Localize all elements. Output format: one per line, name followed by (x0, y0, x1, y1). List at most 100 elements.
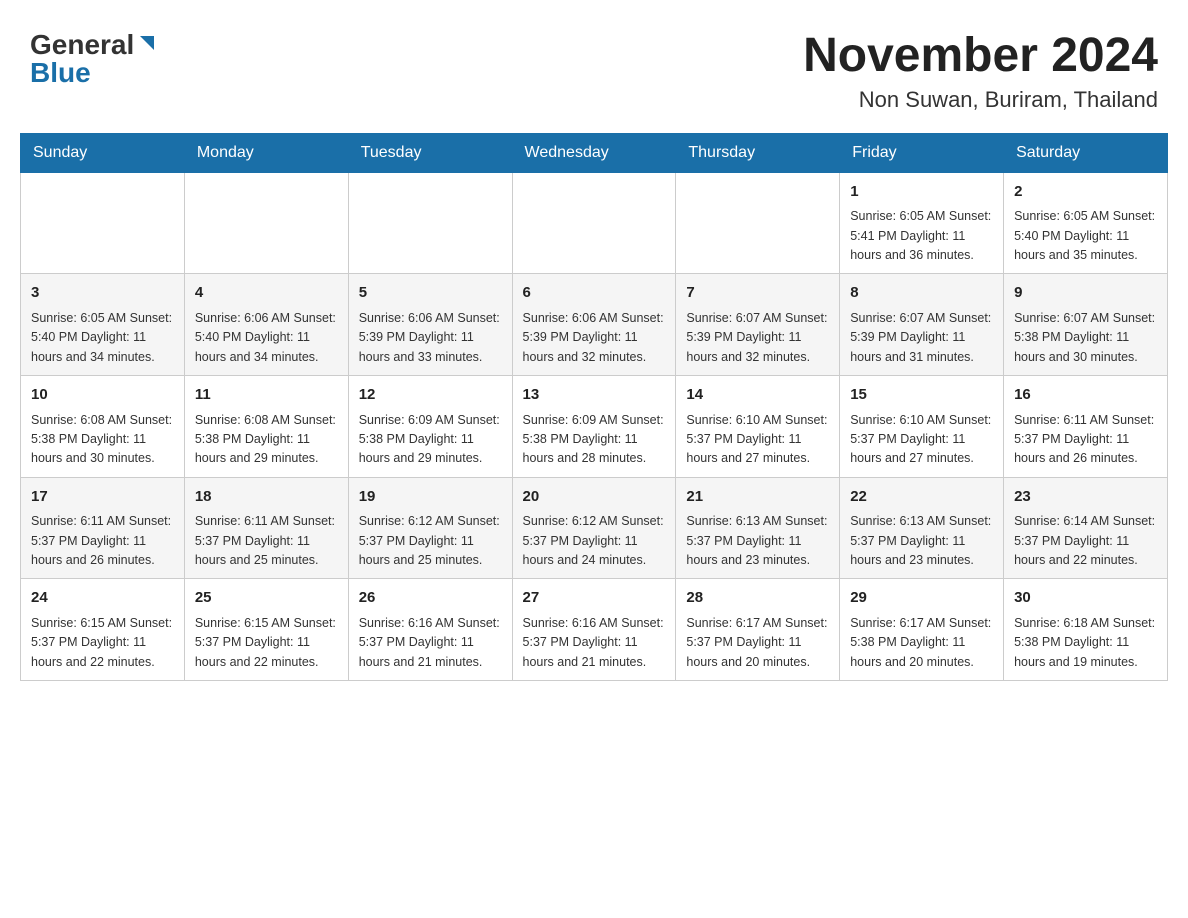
day-info: Sunrise: 6:06 AM Sunset: 5:39 PM Dayligh… (523, 309, 666, 367)
day-number: 21 (686, 486, 829, 509)
day-number: 9 (1014, 282, 1157, 305)
day-number: 14 (686, 384, 829, 407)
logo-triangle-icon (136, 32, 158, 54)
day-info: Sunrise: 6:07 AM Sunset: 5:39 PM Dayligh… (850, 309, 993, 367)
title-block: November 2024 Non Suwan, Buriram, Thaila… (803, 30, 1158, 113)
day-info: Sunrise: 6:07 AM Sunset: 5:39 PM Dayligh… (686, 309, 829, 367)
calendar-cell: 25 Sunrise: 6:15 AM Sunset: 5:37 PM Dayli… (184, 579, 348, 681)
header-wednesday: Wednesday (512, 133, 676, 172)
day-number: 20 (523, 486, 666, 509)
calendar-cell: 18 Sunrise: 6:11 AM Sunset: 5:37 PM Dayli… (184, 477, 348, 579)
calendar-cell (676, 172, 840, 274)
week-row-1: 1 Sunrise: 6:05 AM Sunset: 5:41 PM Daylig… (21, 172, 1168, 274)
day-info: Sunrise: 6:15 AM Sunset: 5:37 PM Dayligh… (195, 614, 338, 672)
calendar-cell: 9Sunrise: 6:07 AM Sunset: 5:38 PM Daylig… (1004, 274, 1168, 376)
logo-blue: Blue (30, 57, 91, 89)
day-number: 12 (359, 384, 502, 407)
calendar-cell: 1 Sunrise: 6:05 AM Sunset: 5:41 PM Daylig… (840, 172, 1004, 274)
day-info: Sunrise: 6:11 AM Sunset: 5:37 PM Dayligh… (195, 512, 338, 570)
calendar-cell (512, 172, 676, 274)
day-info: Sunrise: 6:11 AM Sunset: 5:37 PM Dayligh… (31, 512, 174, 570)
calendar-cell: 26 Sunrise: 6:16 AM Sunset: 5:37 PM Dayli… (348, 579, 512, 681)
day-number: 7 (686, 282, 829, 305)
calendar-cell: 12 Sunrise: 6:09 AM Sunset: 5:38 PM Dayli… (348, 376, 512, 478)
day-info: Sunrise: 6:16 AM Sunset: 5:37 PM Dayligh… (359, 614, 502, 672)
day-info: Sunrise: 6:06 AM Sunset: 5:40 PM Dayligh… (195, 309, 338, 367)
day-number: 2 (1014, 181, 1157, 204)
header-friday: Friday (840, 133, 1004, 172)
calendar-cell: 21 Sunrise: 6:13 AM Sunset: 5:37 PM Dayli… (676, 477, 840, 579)
week-row-4: 17Sunrise: 6:11 AM Sunset: 5:37 PM Dayli… (21, 477, 1168, 579)
calendar-cell: 19 Sunrise: 6:12 AM Sunset: 5:37 PM Dayli… (348, 477, 512, 579)
day-info: Sunrise: 6:17 AM Sunset: 5:38 PM Dayligh… (850, 614, 993, 672)
calendar-cell: 4 Sunrise: 6:06 AM Sunset: 5:40 PM Daylig… (184, 274, 348, 376)
day-info: Sunrise: 6:10 AM Sunset: 5:37 PM Dayligh… (686, 411, 829, 469)
calendar-cell (184, 172, 348, 274)
calendar-cell: 3 Sunrise: 6:05 AM Sunset: 5:40 PM Daylig… (21, 274, 185, 376)
day-info: Sunrise: 6:18 AM Sunset: 5:38 PM Dayligh… (1014, 614, 1157, 672)
day-number: 5 (359, 282, 502, 305)
day-number: 8 (850, 282, 993, 305)
day-info: Sunrise: 6:14 AM Sunset: 5:37 PM Dayligh… (1014, 512, 1157, 570)
calendar-cell (21, 172, 185, 274)
calendar-cell: 17Sunrise: 6:11 AM Sunset: 5:37 PM Dayli… (21, 477, 185, 579)
day-info: Sunrise: 6:05 AM Sunset: 5:40 PM Dayligh… (31, 309, 174, 367)
day-number: 25 (195, 587, 338, 610)
header-thursday: Thursday (676, 133, 840, 172)
day-number: 16 (1014, 384, 1157, 407)
day-info: Sunrise: 6:09 AM Sunset: 5:38 PM Dayligh… (359, 411, 502, 469)
day-info: Sunrise: 6:16 AM Sunset: 5:37 PM Dayligh… (523, 614, 666, 672)
day-info: Sunrise: 6:09 AM Sunset: 5:38 PM Dayligh… (523, 411, 666, 469)
day-info: Sunrise: 6:12 AM Sunset: 5:37 PM Dayligh… (359, 512, 502, 570)
calendar-cell (348, 172, 512, 274)
day-number: 29 (850, 587, 993, 610)
day-number: 22 (850, 486, 993, 509)
page-header: General Blue November 2024 Non Suwan, Bu… (20, 20, 1168, 113)
calendar-cell: 8 Sunrise: 6:07 AM Sunset: 5:39 PM Daylig… (840, 274, 1004, 376)
week-row-2: 3 Sunrise: 6:05 AM Sunset: 5:40 PM Daylig… (21, 274, 1168, 376)
calendar-cell: 7 Sunrise: 6:07 AM Sunset: 5:39 PM Daylig… (676, 274, 840, 376)
day-info: Sunrise: 6:15 AM Sunset: 5:37 PM Dayligh… (31, 614, 174, 672)
calendar-cell: 22Sunrise: 6:13 AM Sunset: 5:37 PM Dayli… (840, 477, 1004, 579)
calendar-cell: 23 Sunrise: 6:14 AM Sunset: 5:37 PM Dayli… (1004, 477, 1168, 579)
day-number: 19 (359, 486, 502, 509)
day-info: Sunrise: 6:11 AM Sunset: 5:37 PM Dayligh… (1014, 411, 1157, 469)
day-number: 4 (195, 282, 338, 305)
calendar-cell: 14 Sunrise: 6:10 AM Sunset: 5:37 PM Dayli… (676, 376, 840, 478)
calendar-cell: 20 Sunrise: 6:12 AM Sunset: 5:37 PM Dayli… (512, 477, 676, 579)
logo: General Blue (30, 30, 158, 89)
day-info: Sunrise: 6:05 AM Sunset: 5:41 PM Dayligh… (850, 207, 993, 265)
subtitle: Non Suwan, Buriram, Thailand (803, 87, 1158, 113)
calendar-cell: 6Sunrise: 6:06 AM Sunset: 5:39 PM Daylig… (512, 274, 676, 376)
day-number: 18 (195, 486, 338, 509)
day-number: 1 (850, 181, 993, 204)
day-info: Sunrise: 6:13 AM Sunset: 5:37 PM Dayligh… (686, 512, 829, 570)
calendar-cell: 29 Sunrise: 6:17 AM Sunset: 5:38 PM Dayli… (840, 579, 1004, 681)
calendar-cell: 10 Sunrise: 6:08 AM Sunset: 5:38 PM Dayli… (21, 376, 185, 478)
calendar-cell: 13 Sunrise: 6:09 AM Sunset: 5:38 PM Dayli… (512, 376, 676, 478)
calendar-cell: 30Sunrise: 6:18 AM Sunset: 5:38 PM Dayli… (1004, 579, 1168, 681)
day-number: 28 (686, 587, 829, 610)
calendar-cell: 5 Sunrise: 6:06 AM Sunset: 5:39 PM Daylig… (348, 274, 512, 376)
day-number: 26 (359, 587, 502, 610)
day-number: 23 (1014, 486, 1157, 509)
calendar-cell: 15Sunrise: 6:10 AM Sunset: 5:37 PM Dayli… (840, 376, 1004, 478)
week-row-3: 10 Sunrise: 6:08 AM Sunset: 5:38 PM Dayli… (21, 376, 1168, 478)
main-title: November 2024 (803, 30, 1158, 83)
day-info: Sunrise: 6:12 AM Sunset: 5:37 PM Dayligh… (523, 512, 666, 570)
week-row-5: 24 Sunrise: 6:15 AM Sunset: 5:37 PM Dayli… (21, 579, 1168, 681)
day-number: 11 (195, 384, 338, 407)
day-number: 10 (31, 384, 174, 407)
calendar-cell: 2Sunrise: 6:05 AM Sunset: 5:40 PM Daylig… (1004, 172, 1168, 274)
header-monday: Monday (184, 133, 348, 172)
day-number: 3 (31, 282, 174, 305)
day-number: 13 (523, 384, 666, 407)
day-number: 24 (31, 587, 174, 610)
day-number: 27 (523, 587, 666, 610)
day-info: Sunrise: 6:08 AM Sunset: 5:38 PM Dayligh… (31, 411, 174, 469)
calendar-cell: 28Sunrise: 6:17 AM Sunset: 5:37 PM Dayli… (676, 579, 840, 681)
day-info: Sunrise: 6:06 AM Sunset: 5:39 PM Dayligh… (359, 309, 502, 367)
calendar-table: Sunday Monday Tuesday Wednesday Thursday… (20, 133, 1168, 681)
calendar-cell: 11Sunrise: 6:08 AM Sunset: 5:38 PM Dayli… (184, 376, 348, 478)
calendar-header-row: Sunday Monday Tuesday Wednesday Thursday… (21, 133, 1168, 172)
